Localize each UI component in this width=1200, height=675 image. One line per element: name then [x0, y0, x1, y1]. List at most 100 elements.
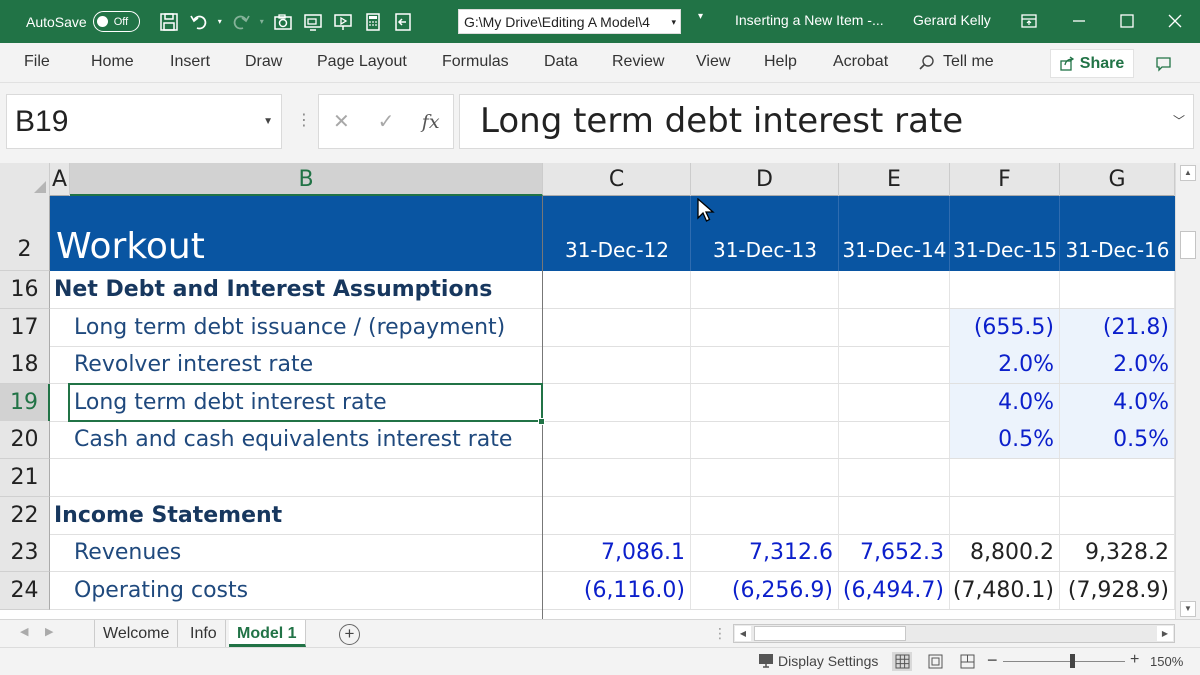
value-cell[interactable]: (6,116.0): [543, 572, 691, 609]
tab-view[interactable]: View: [696, 53, 730, 71]
value-cell[interactable]: [1060, 271, 1175, 308]
value-cell[interactable]: [839, 459, 950, 496]
tab-formulas[interactable]: Formulas: [442, 53, 509, 71]
comments-button[interactable]: [1148, 51, 1178, 77]
exit-icon[interactable]: [388, 7, 418, 37]
value-cell[interactable]: 8,800.2: [950, 534, 1060, 571]
close-button[interactable]: [1160, 6, 1190, 36]
user-name[interactable]: Gerard Kelly: [913, 12, 991, 28]
value-cell[interactable]: [543, 309, 691, 346]
file-path-dropdown[interactable]: G:\My Drive\Editing A Model\4 ▾: [458, 9, 681, 34]
select-all-button[interactable]: [0, 163, 50, 196]
date-header[interactable]: 31-Dec-16: [1060, 238, 1175, 262]
row-header-16[interactable]: 16: [0, 271, 50, 309]
value-cell[interactable]: [950, 459, 1060, 496]
tab-split-handle[interactable]: ⋮: [713, 625, 727, 642]
normal-view-button[interactable]: [892, 652, 912, 671]
value-cell[interactable]: [543, 384, 691, 421]
label-cell[interactable]: Operating costs: [50, 572, 543, 609]
label-cell[interactable]: Cash and cash equivalents interest rate: [50, 421, 543, 458]
zoom-out-icon[interactable]: −: [987, 650, 998, 671]
tab-page-layout[interactable]: Page Layout: [317, 53, 407, 71]
name-box[interactable]: B19 ▼: [6, 94, 282, 149]
column-header-a[interactable]: A: [50, 163, 70, 196]
enter-check-icon[interactable]: ✓: [364, 109, 409, 134]
tab-help[interactable]: Help: [764, 53, 797, 71]
value-cell[interactable]: [691, 459, 839, 496]
sheet-tab-model-1[interactable]: Model 1: [229, 620, 306, 647]
value-cell[interactable]: (7,480.1): [950, 572, 1060, 609]
zoom-slider-thumb[interactable]: [1070, 654, 1075, 668]
row-header-20[interactable]: 20: [0, 421, 50, 459]
value-cell[interactable]: 4.0%: [950, 384, 1060, 421]
column-header-g[interactable]: G: [1060, 163, 1175, 196]
value-cell[interactable]: [543, 271, 691, 308]
tell-me-search[interactable]: Tell me: [918, 53, 994, 71]
tab-insert[interactable]: Insert: [170, 53, 210, 71]
label-cell[interactable]: [50, 459, 543, 496]
minimize-button[interactable]: [1064, 6, 1094, 36]
scroll-thumb[interactable]: [1180, 231, 1196, 259]
formula-bar-resize-handle[interactable]: ⋮: [296, 110, 312, 130]
zoom-level[interactable]: 150%: [1150, 654, 1183, 669]
tab-data[interactable]: Data: [544, 53, 578, 71]
value-cell[interactable]: [691, 497, 839, 534]
sheet-tab-info[interactable]: Info: [182, 620, 226, 647]
scroll-sheets-left-icon[interactable]: ◀: [20, 625, 28, 638]
fill-handle[interactable]: [538, 418, 545, 425]
value-cell[interactable]: [839, 309, 950, 346]
value-cell[interactable]: [691, 271, 839, 308]
value-cell[interactable]: 7,652.3: [839, 534, 950, 571]
value-cell[interactable]: [839, 497, 950, 534]
row-header-18[interactable]: 18: [0, 346, 50, 384]
value-cell[interactable]: [839, 346, 950, 383]
maximize-button[interactable]: [1112, 6, 1142, 36]
camera-icon[interactable]: [268, 7, 298, 37]
value-cell[interactable]: [691, 346, 839, 383]
value-cell[interactable]: 0.5%: [1060, 421, 1175, 458]
tab-file[interactable]: File: [24, 53, 50, 71]
value-cell[interactable]: (7,928.9): [1060, 572, 1175, 609]
row-header-17[interactable]: 17: [0, 309, 50, 347]
calculator-icon[interactable]: [358, 7, 388, 37]
value-cell[interactable]: [950, 271, 1060, 308]
add-sheet-icon[interactable]: +: [339, 624, 360, 645]
save-icon[interactable]: [154, 7, 184, 37]
row-header-24[interactable]: 24: [0, 572, 50, 610]
section-heading-cell[interactable]: Income Statement: [50, 497, 543, 534]
value-cell[interactable]: 0.5%: [950, 421, 1060, 458]
label-cell[interactable]: Long term debt issuance / (repayment): [50, 309, 543, 346]
value-cell[interactable]: (6,256.9): [691, 572, 839, 609]
value-cell[interactable]: [691, 421, 839, 458]
scroll-left-icon[interactable]: ◀: [735, 626, 751, 641]
value-cell[interactable]: [839, 384, 950, 421]
value-cell[interactable]: (655.5): [950, 309, 1060, 346]
value-cell[interactable]: 7,312.6: [691, 534, 839, 571]
value-cell[interactable]: [1060, 497, 1175, 534]
value-cell[interactable]: [543, 421, 691, 458]
value-cell[interactable]: [543, 459, 691, 496]
cancel-icon[interactable]: ✕: [319, 109, 364, 134]
formula-input[interactable]: Long term debt interest rate ﹀: [459, 94, 1194, 149]
date-header[interactable]: 31-Dec-13: [691, 238, 839, 262]
page-break-view-button[interactable]: [957, 652, 977, 671]
value-cell[interactable]: 9,328.2: [1060, 534, 1175, 571]
value-cell[interactable]: [691, 384, 839, 421]
label-cell[interactable]: Revenues: [50, 534, 543, 571]
ribbon-display-options-button[interactable]: [1014, 6, 1044, 36]
value-cell[interactable]: [1060, 459, 1175, 496]
value-cell[interactable]: [543, 497, 691, 534]
customize-toolbar-icon[interactable]: ▾: [698, 11, 703, 22]
sheet-title[interactable]: Workout: [56, 226, 205, 267]
label-cell[interactable]: Revolver interest rate: [50, 346, 543, 383]
sheet-tab-welcome[interactable]: Welcome: [94, 620, 179, 647]
scroll-sheets-right-icon[interactable]: ▶: [45, 625, 53, 638]
vertical-scrollbar[interactable]: ▲ ▼: [1175, 163, 1200, 619]
date-header[interactable]: 31-Dec-15: [950, 238, 1060, 262]
value-cell[interactable]: [691, 309, 839, 346]
horizontal-scrollbar[interactable]: ◀ ▶: [733, 624, 1175, 643]
scroll-up-icon[interactable]: ▲: [1180, 165, 1196, 181]
row-header-2[interactable]: 2: [0, 196, 50, 271]
section-heading-cell[interactable]: Net Debt and Interest Assumptions: [50, 271, 543, 308]
page-layout-view-button[interactable]: [925, 652, 945, 671]
